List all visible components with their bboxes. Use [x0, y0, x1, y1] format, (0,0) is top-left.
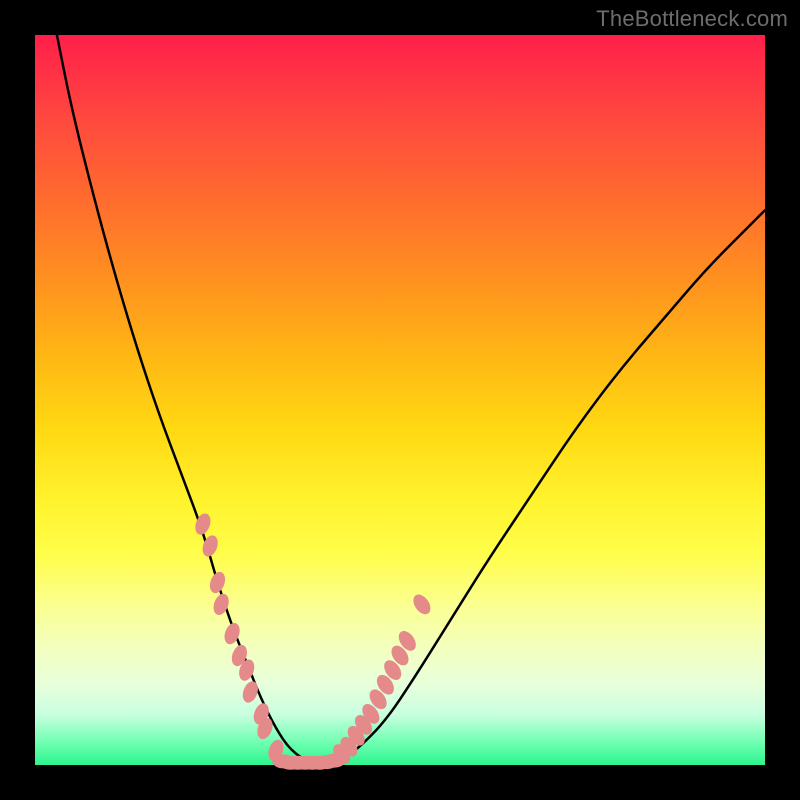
chart-svg — [35, 35, 765, 765]
plot-area — [35, 35, 765, 765]
marker-dots-right — [330, 591, 434, 767]
watermark-text: TheBottleneck.com — [596, 6, 788, 32]
marker-dots-left — [193, 511, 287, 763]
chart-frame: TheBottleneck.com — [0, 0, 800, 800]
v-curve — [57, 35, 765, 765]
marker-dots-bottom — [272, 754, 345, 770]
